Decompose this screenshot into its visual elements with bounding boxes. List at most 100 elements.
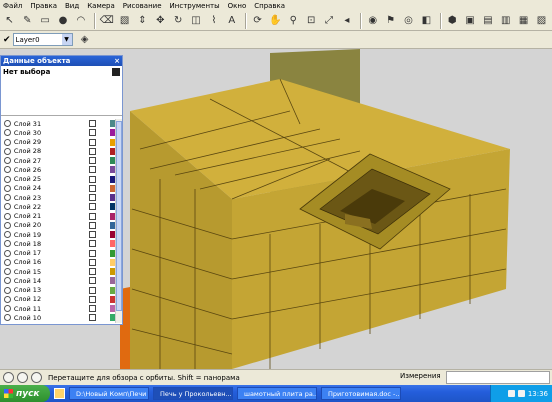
- volume-icon[interactable]: [517, 390, 525, 397]
- layer-list-scrollbar[interactable]: [115, 119, 122, 323]
- look-icon[interactable]: ◎: [401, 13, 416, 29]
- layer-visible-checkbox[interactable]: [89, 277, 97, 285]
- layer-radio[interactable]: [4, 147, 11, 155]
- layer-radio[interactable]: [4, 157, 11, 165]
- menu-item-1[interactable]: Правка: [30, 2, 57, 10]
- layer-row[interactable]: Слой 19: [1, 230, 116, 239]
- layer-radio[interactable]: [4, 175, 11, 183]
- layer-visible-checkbox[interactable]: [89, 212, 97, 220]
- network-icon[interactable]: [507, 390, 515, 397]
- eraser-icon[interactable]: ⌫: [99, 13, 114, 29]
- zoom-extents-icon[interactable]: ⤢: [322, 13, 337, 29]
- top-view-icon[interactable]: ▣: [463, 13, 478, 29]
- layer-row[interactable]: Слой 11: [1, 304, 116, 313]
- layer-radio[interactable]: [4, 295, 11, 303]
- pencil-icon[interactable]: ✎: [20, 13, 35, 29]
- layer-radio[interactable]: [4, 166, 11, 174]
- menu-item-5[interactable]: Инструменты: [170, 2, 220, 10]
- layer-visible-checkbox[interactable]: [89, 240, 97, 248]
- layer-row[interactable]: Слой 27: [1, 156, 116, 165]
- layer-visible-checkbox[interactable]: [89, 138, 97, 146]
- orbit-icon[interactable]: ⟳: [250, 13, 265, 29]
- menu-item-7[interactable]: Справка: [254, 2, 285, 10]
- geo-location-icon[interactable]: [3, 372, 14, 383]
- layer-visible-checkbox[interactable]: [89, 203, 97, 211]
- start-button[interactable]: пуск: [0, 385, 50, 402]
- layer-row[interactable]: Слой 16: [1, 258, 116, 267]
- layer-radio[interactable]: [4, 221, 11, 229]
- menu-item-2[interactable]: Вид: [65, 2, 79, 10]
- menu-item-4[interactable]: Рисование: [123, 2, 162, 10]
- layer-row[interactable]: Слой 30: [1, 128, 116, 137]
- tape-icon[interactable]: ⌇: [206, 13, 221, 29]
- right-view-icon[interactable]: ▥: [498, 13, 513, 29]
- layer-visible-checkbox[interactable]: [89, 268, 97, 276]
- layer-manager-icon[interactable]: ◈: [77, 32, 93, 48]
- layer-visible-checkbox[interactable]: [89, 147, 97, 155]
- layer-row[interactable]: Слой 14: [1, 276, 116, 285]
- layer-row[interactable]: Слой 24: [1, 184, 116, 193]
- layer-visible-checkbox[interactable]: [89, 295, 97, 303]
- rectangle-icon[interactable]: ▭: [38, 13, 53, 29]
- layer-visible-checkbox[interactable]: [89, 120, 97, 128]
- layer-visible-checkbox[interactable]: [89, 231, 97, 239]
- layer-dropdown[interactable]: Layer0 ▼: [12, 33, 73, 46]
- layer-radio[interactable]: [4, 268, 11, 276]
- zoom-icon[interactable]: ⚲: [286, 13, 301, 29]
- layer-visible-checkbox[interactable]: [89, 314, 97, 322]
- layer-visible-checkbox[interactable]: [89, 166, 97, 174]
- credits-icon[interactable]: [17, 372, 28, 383]
- layer-row[interactable]: Слой 17: [1, 249, 116, 258]
- measurements-input[interactable]: [446, 371, 550, 384]
- layer-visible-checkbox[interactable]: [89, 286, 97, 294]
- layer-radio[interactable]: [4, 258, 11, 266]
- camera-icon[interactable]: ◉: [365, 13, 380, 29]
- layer-visible-checkbox[interactable]: [89, 305, 97, 313]
- menu-item-6[interactable]: Окно: [228, 2, 247, 10]
- layer-visible-checkbox[interactable]: [89, 157, 97, 165]
- layer-visible-checkbox[interactable]: [89, 258, 97, 266]
- menu-item-3[interactable]: Камера: [87, 2, 115, 10]
- panel-title[interactable]: Данные объекта ×: [1, 56, 122, 66]
- layer-visible-checkbox[interactable]: [89, 249, 97, 257]
- layer-row[interactable]: Слой 15: [1, 267, 116, 276]
- iso-view-icon[interactable]: ⬢: [445, 13, 460, 29]
- layer-visible-checkbox[interactable]: [89, 175, 97, 183]
- layer-visible-checkbox[interactable]: [89, 194, 97, 202]
- previous-icon[interactable]: ◂: [339, 13, 354, 29]
- layer-visible-checkbox[interactable]: [89, 184, 97, 192]
- taskbar-button[interactable]: Приготовимая.doc -...: [321, 387, 401, 400]
- layer-radio[interactable]: [4, 120, 11, 128]
- layer-radio[interactable]: [4, 129, 11, 137]
- layer-visible-checkbox[interactable]: [89, 129, 97, 137]
- layer-radio[interactable]: [4, 231, 11, 239]
- layer-radio[interactable]: [4, 314, 11, 322]
- back-view-icon[interactable]: ▦: [516, 13, 531, 29]
- layer-row[interactable]: Слой 23: [1, 193, 116, 202]
- layer-radio[interactable]: [4, 277, 11, 285]
- taskbar-button[interactable]: D:\Новый Комп\Печи: [69, 387, 149, 400]
- layer-row[interactable]: Слой 20: [1, 221, 116, 230]
- paint-icon[interactable]: ▧: [117, 13, 132, 29]
- rotate-icon[interactable]: ↻: [171, 13, 186, 29]
- move-icon[interactable]: ✥: [153, 13, 168, 29]
- layer-radio[interactable]: [4, 249, 11, 257]
- layer-row[interactable]: Слой 10: [1, 313, 116, 322]
- info-icon[interactable]: [31, 372, 42, 383]
- layer-row[interactable]: Слой 31: [1, 119, 116, 128]
- quick-launch-icon[interactable]: [54, 388, 65, 399]
- layer-radio[interactable]: [4, 184, 11, 192]
- layer-row[interactable]: Слой 29: [1, 138, 116, 147]
- pin-icon[interactable]: [112, 68, 120, 76]
- layer-row[interactable]: Слой 22: [1, 202, 116, 211]
- taskbar-button[interactable]: Печь у Прокольевн...: [153, 387, 233, 400]
- layer-visible-checkbox[interactable]: [89, 221, 97, 229]
- layer-row[interactable]: Слой 26: [1, 165, 116, 174]
- layer-radio[interactable]: [4, 305, 11, 313]
- text-icon[interactable]: A: [224, 13, 239, 29]
- pan-icon[interactable]: ✋: [268, 13, 283, 29]
- section-icon[interactable]: ◧: [419, 13, 434, 29]
- layer-radio[interactable]: [4, 240, 11, 248]
- front-view-icon[interactable]: ▤: [480, 13, 495, 29]
- layer-row[interactable]: Слой 12: [1, 295, 116, 304]
